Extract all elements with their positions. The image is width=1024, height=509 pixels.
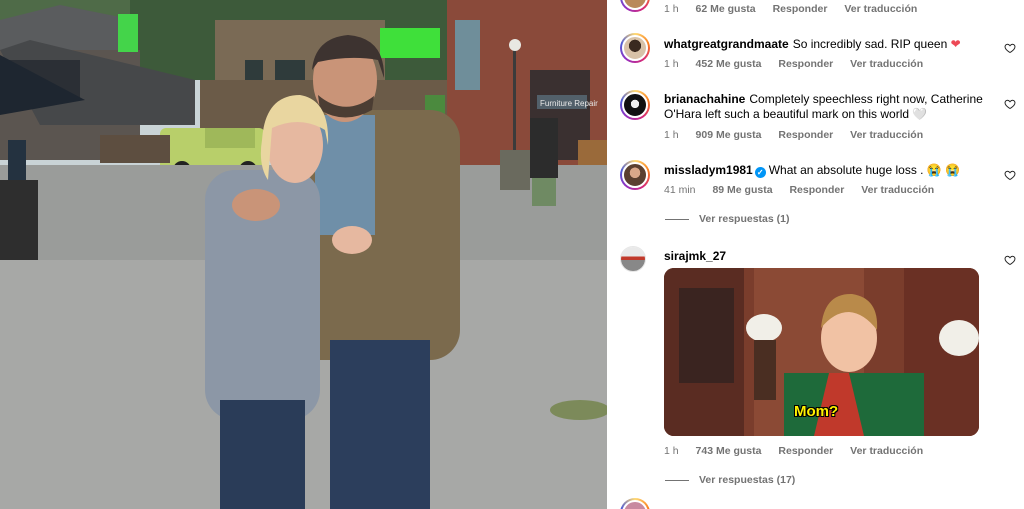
comment-time: 1 h <box>664 445 679 457</box>
gif-caption: Mom? <box>794 403 839 420</box>
comment-item: missladym1981 ✓ What an absolute huge loss… <box>607 158 1024 233</box>
view-replies-label: Ver respuestas (1) <box>699 213 790 225</box>
reply-button[interactable]: Responder <box>778 445 833 457</box>
reply-button[interactable]: Responder <box>778 129 833 141</box>
comment-username[interactable]: whatgreatgrandmaate <box>664 37 789 51</box>
view-replies-button[interactable]: Ver respuestas (17) <box>665 474 795 486</box>
comment-time: 1 h <box>664 58 679 70</box>
reply-button[interactable]: Responder <box>773 3 828 15</box>
gif-attachment[interactable]: Mom? <box>664 268 979 436</box>
see-translation-button[interactable]: Ver traducción <box>850 58 923 70</box>
white-heart-emoji: 🤍 <box>912 107 928 121</box>
comment-text: What an absolute huge loss . <box>768 163 924 177</box>
verified-badge-icon: ✓ <box>754 167 766 178</box>
comment-meta: 1 h 452 Me gusta Responder Ver traducció… <box>664 58 937 70</box>
comments-panel[interactable]: 1 h 62 Me gusta Responder Ver traducción… <box>607 0 1024 509</box>
comment-username[interactable]: brianachahine <box>664 92 745 106</box>
comment-likes[interactable]: 62 Me gusta <box>696 3 756 15</box>
avatar[interactable] <box>620 498 650 509</box>
comment-time: 1 h <box>664 3 679 15</box>
comment-meta: 1 h 62 Me gusta Responder Ver traducción <box>664 3 931 15</box>
comment-likes[interactable]: 743 Me gusta <box>696 445 762 457</box>
see-translation-button[interactable]: Ver traducción <box>850 445 923 457</box>
comment-body: brianachahine Completely speechless right… <box>664 92 984 122</box>
avatar[interactable] <box>620 0 650 12</box>
avatar[interactable] <box>620 33 650 63</box>
comment-time: 1 h <box>664 129 679 141</box>
post-photo[interactable]: Furniture Repair <box>0 0 607 509</box>
reply-button[interactable]: Responder <box>778 58 833 70</box>
like-heart-icon[interactable] <box>1004 254 1016 266</box>
see-translation-button[interactable]: Ver traducción <box>850 129 923 141</box>
comment-username[interactable]: missladym1981 <box>664 163 753 177</box>
comment-meta: 1 h 909 Me gusta Responder Ver traducció… <box>664 129 937 141</box>
divider <box>665 218 689 220</box>
comment-item: sirajmk_27 Mom? 1 h 743 Me gusta Respond… <box>607 244 1024 494</box>
like-heart-icon[interactable] <box>1004 98 1016 110</box>
avatar[interactable] <box>620 90 650 120</box>
comment-username[interactable]: sirajmk_27 <box>664 249 726 263</box>
view-replies-label: Ver respuestas (17) <box>699 474 796 486</box>
store-sign: Furniture Repair <box>540 99 598 108</box>
comment-text: So incredibly sad. RIP queen <box>792 37 948 51</box>
red-heart-emoji: ❤ <box>950 37 961 51</box>
comment-meta: 41 min 89 Me gusta Responder Ver traducc… <box>664 184 948 196</box>
reply-button[interactable]: Responder <box>789 184 844 196</box>
post-photo-illustration: Furniture Repair <box>0 0 607 509</box>
view-replies-button[interactable]: Ver respuestas (1) <box>665 213 789 225</box>
comment-likes[interactable]: 909 Me gusta <box>696 129 762 141</box>
comment-body: sirajmk_27 <box>664 249 1004 264</box>
comment-likes[interactable]: 452 Me gusta <box>696 58 762 70</box>
avatar[interactable] <box>620 160 650 190</box>
comment-body: missladym1981 ✓ What an absolute huge loss… <box>664 163 1004 178</box>
comment-time: 41 min <box>664 184 696 196</box>
comment-meta: 1 h 743 Me gusta Responder Ver traducció… <box>664 445 937 457</box>
comment-item: brianachahine Completely speechless right… <box>607 88 1024 148</box>
see-translation-button[interactable]: Ver traducción <box>861 184 934 196</box>
comment-item: 1 h 62 Me gusta Responder Ver traducción <box>607 0 1024 20</box>
like-heart-icon[interactable] <box>1004 42 1016 54</box>
divider <box>665 479 689 481</box>
comment-item: whatgreatgrandmaate So incredibly sad. RI… <box>607 30 1024 80</box>
crying-face-emoji: 😭 😭 <box>926 163 961 177</box>
comment-body: whatgreatgrandmaate So incredibly sad. RI… <box>664 37 1004 52</box>
see-translation-button[interactable]: Ver traducción <box>844 3 917 15</box>
comment-likes[interactable]: 89 Me gusta <box>712 184 772 196</box>
like-heart-icon[interactable] <box>1004 169 1016 181</box>
avatar[interactable] <box>620 246 646 272</box>
